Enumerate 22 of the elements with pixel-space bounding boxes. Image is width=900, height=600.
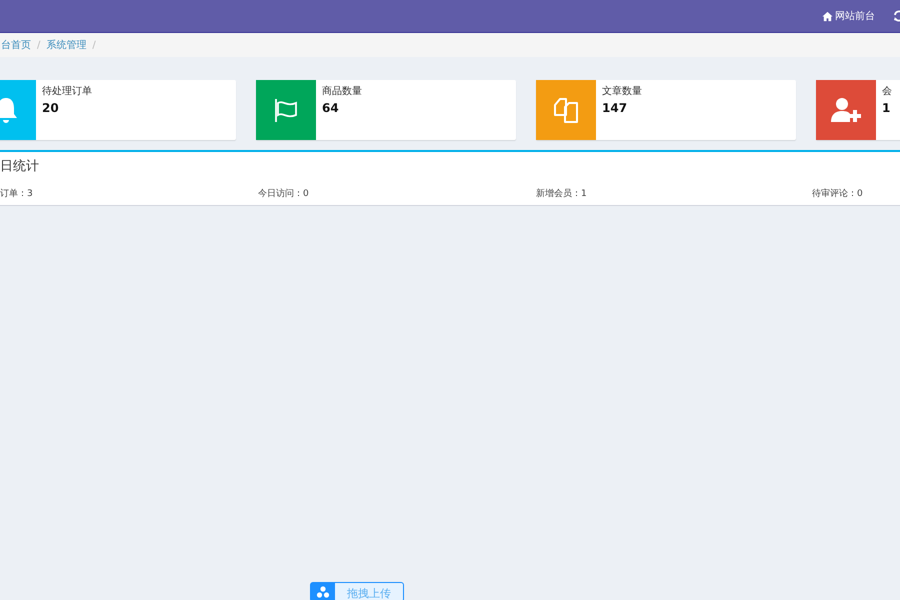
card-value: 1: [882, 101, 892, 115]
card-value: 147: [602, 101, 628, 115]
card-label: 会: [882, 85, 892, 98]
panel-title: 日统计: [0, 158, 40, 175]
statistic-text: 订单：3: [0, 188, 34, 200]
card-label: 商品数量: [322, 84, 362, 98]
card-value: 20: [42, 101, 60, 115]
statistic-text: 新增会员：1: [536, 188, 588, 200]
home-icon: [822, 10, 833, 22]
breadcrumb-link[interactable]: 系统管理: [46, 38, 86, 52]
statistic-text: 今日访问：0: [258, 188, 310, 200]
breadcrumb-link[interactable]: 台首页: [1, 38, 31, 52]
card-value: 64: [322, 101, 340, 115]
drag-upload-button[interactable]: 拖拽上传: [310, 582, 404, 600]
card-label: 待处理订单: [42, 84, 92, 98]
breadcrumb-separator: /: [91, 40, 97, 50]
add-user-icon: [829, 95, 863, 125]
breadcrumb-separator: /: [36, 40, 42, 50]
card-label: 文章数量: [602, 84, 642, 98]
statistic-text: 待审评论：0: [812, 188, 864, 200]
website-frontend-link[interactable]: 网站前台: [822, 9, 875, 23]
cluster-icon: [316, 585, 330, 599]
